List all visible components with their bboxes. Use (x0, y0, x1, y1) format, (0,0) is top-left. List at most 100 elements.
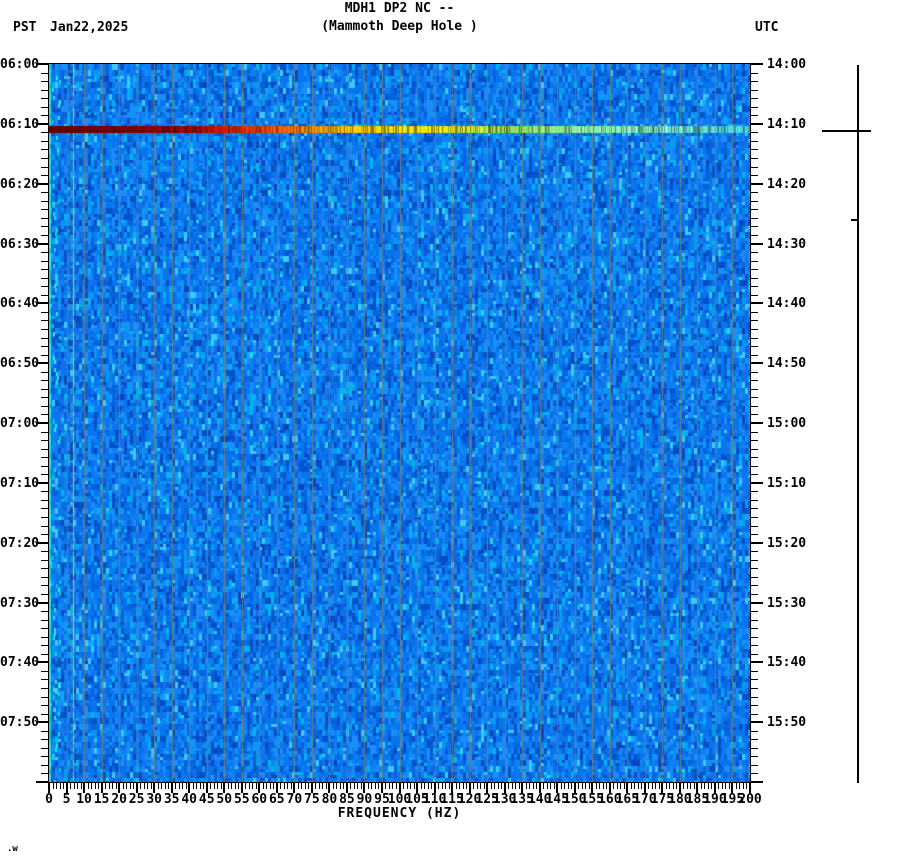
left-minor-tick (41, 414, 49, 416)
x-minor-tick (283, 783, 285, 789)
left-time-label: 07:00 (0, 416, 40, 431)
timezone-left-label: PST (13, 20, 37, 35)
x-minor-tick (634, 783, 636, 789)
left-minor-tick (41, 756, 49, 758)
x-minor-tick (374, 783, 376, 789)
x-minor-tick (129, 783, 131, 789)
x-minor-tick (304, 783, 306, 789)
right-minor-tick (750, 106, 758, 108)
left-time-label: 06:10 (0, 116, 40, 132)
right-minor-tick (750, 670, 758, 672)
left-minor-tick (41, 628, 49, 630)
right-minor-tick (750, 252, 758, 254)
right-time-label: 14:10 (767, 116, 807, 132)
right-minor-tick (750, 611, 758, 613)
x-minor-tick (52, 783, 54, 789)
event-marker-minor-tick (851, 219, 857, 221)
x-minor-tick (157, 783, 159, 789)
x-minor-tick (725, 783, 727, 789)
right-minor-tick (750, 645, 758, 647)
x-minor-tick (553, 783, 555, 789)
right-minor-tick (750, 260, 758, 262)
x-minor-tick (87, 783, 89, 789)
right-minor-tick (750, 132, 758, 134)
left-minor-tick (41, 98, 49, 100)
right-minor-tick (750, 294, 758, 296)
x-minor-tick (480, 783, 482, 789)
right-minor-tick (750, 568, 758, 570)
x-minor-tick (693, 783, 695, 789)
left-minor-tick (41, 192, 49, 194)
left-minor-tick (41, 670, 49, 672)
right-minor-tick (750, 234, 758, 236)
x-tick-label: 65 (268, 792, 285, 807)
left-minor-tick (41, 636, 49, 638)
x-minor-tick (483, 783, 485, 789)
x-minor-tick (262, 783, 264, 789)
x-minor-tick (420, 783, 422, 789)
right-minor-tick (750, 585, 758, 587)
x-minor-tick (455, 783, 457, 789)
left-minor-tick (41, 286, 49, 288)
x-minor-tick (105, 783, 107, 789)
right-minor-tick (750, 98, 758, 100)
left-minor-tick (41, 200, 49, 202)
right-major-tick (750, 242, 763, 245)
right-minor-tick (750, 166, 758, 168)
x-minor-tick (325, 783, 327, 789)
x-minor-tick (385, 783, 387, 789)
x-minor-tick (578, 783, 580, 789)
right-time-label: 14:50 (767, 356, 807, 372)
right-minor-tick (750, 636, 758, 638)
right-minor-tick (750, 115, 758, 117)
x-minor-tick (80, 783, 82, 789)
right-minor-tick (750, 696, 758, 698)
right-time-label: 15:40 (767, 655, 807, 671)
x-tick-label: 20 (111, 792, 127, 807)
x-minor-tick (248, 783, 250, 789)
left-minor-tick (41, 106, 49, 108)
x-minor-tick (616, 783, 618, 789)
x-minor-tick (350, 783, 352, 789)
x-minor-tick (280, 783, 282, 789)
x-minor-tick (287, 783, 289, 789)
left-minor-tick (41, 217, 49, 219)
x-minor-tick (445, 783, 447, 789)
left-minor-tick (41, 696, 49, 698)
right-minor-tick (750, 277, 758, 279)
left-minor-tick (41, 499, 49, 501)
left-minor-tick (41, 448, 49, 450)
x-tick-label: 90 (356, 792, 373, 807)
right-minor-tick (750, 200, 758, 202)
x-minor-tick (73, 783, 75, 789)
right-minor-tick (750, 653, 758, 655)
x-minor-tick (641, 783, 643, 789)
right-minor-tick (750, 405, 758, 407)
left-minor-tick (41, 166, 49, 168)
right-minor-tick (750, 328, 758, 330)
x-minor-tick (59, 783, 61, 789)
left-minor-tick (41, 713, 49, 715)
x-minor-tick (707, 783, 709, 789)
left-minor-tick (41, 619, 49, 621)
right-time-label: 15:20 (767, 535, 807, 551)
x-minor-tick (343, 783, 345, 789)
left-minor-tick (41, 517, 49, 519)
spectrogram-canvas (49, 64, 750, 782)
x-minor-tick (150, 783, 152, 789)
x-minor-tick (546, 783, 548, 789)
x-minor-tick (371, 783, 373, 789)
right-time-label: 14:30 (767, 236, 807, 252)
right-minor-tick (750, 679, 758, 681)
left-minor-tick (41, 687, 49, 689)
right-minor-tick (750, 346, 758, 348)
x-minor-tick (213, 783, 215, 789)
right-major-tick (750, 362, 763, 365)
left-minor-tick (41, 551, 49, 553)
x-minor-tick (515, 783, 517, 789)
right-minor-tick (750, 140, 758, 142)
left-time-label: 07:10 (0, 475, 40, 491)
left-minor-tick (41, 277, 49, 279)
right-major-tick (750, 541, 763, 544)
right-major-tick (750, 781, 763, 783)
